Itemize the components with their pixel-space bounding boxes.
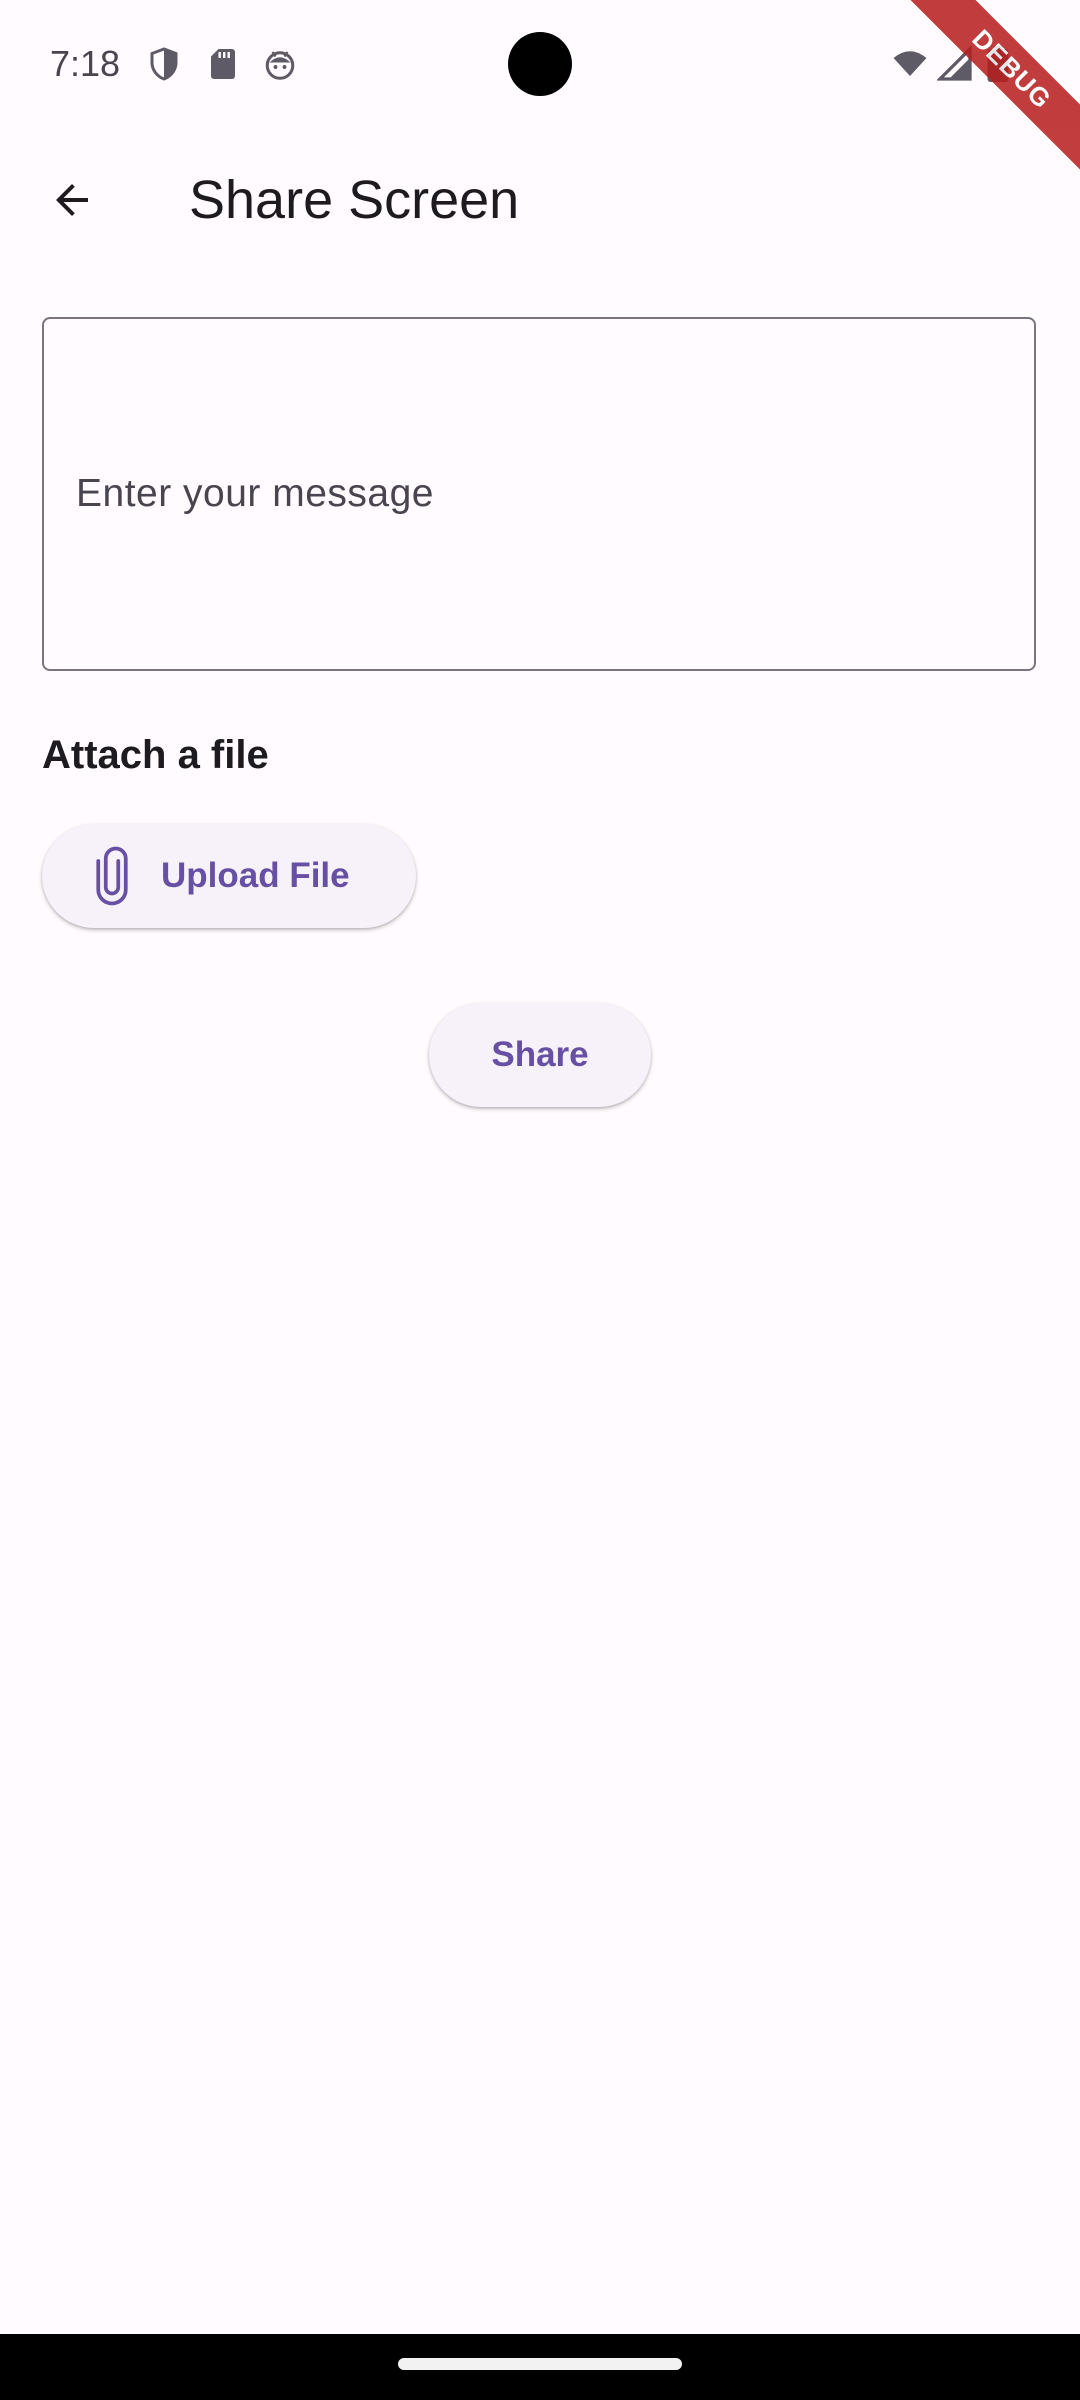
home-gesture-handle[interactable] — [398, 2358, 682, 2370]
camera-cutout — [508, 32, 572, 96]
share-button[interactable]: Share — [429, 1003, 651, 1107]
back-button[interactable] — [24, 152, 120, 248]
sd-card-icon — [211, 49, 235, 79]
arrow-back-icon — [56, 184, 88, 216]
page-title: Share Screen — [189, 170, 520, 230]
message-input[interactable] — [44, 319, 1034, 669]
share-label: Share — [491, 1035, 589, 1074]
signal-icon — [937, 46, 972, 81]
wifi-icon — [893, 51, 927, 76]
shield-icon — [150, 47, 178, 81]
status-bar: 7:18 — [0, 0, 1080, 128]
attach-file-label: Attach a file — [42, 733, 269, 777]
battery-icon — [987, 46, 1009, 82]
status-time: 7:18 — [50, 43, 121, 84]
upload-file-button[interactable]: Upload File — [42, 824, 416, 928]
android-face-icon — [265, 51, 295, 80]
upload-file-label: Upload File — [161, 856, 350, 895]
paperclip-icon — [96, 846, 128, 906]
navigation-bar — [0, 2334, 1080, 2400]
message-field[interactable] — [42, 317, 1036, 671]
app-bar: Share Screen — [0, 128, 1080, 272]
